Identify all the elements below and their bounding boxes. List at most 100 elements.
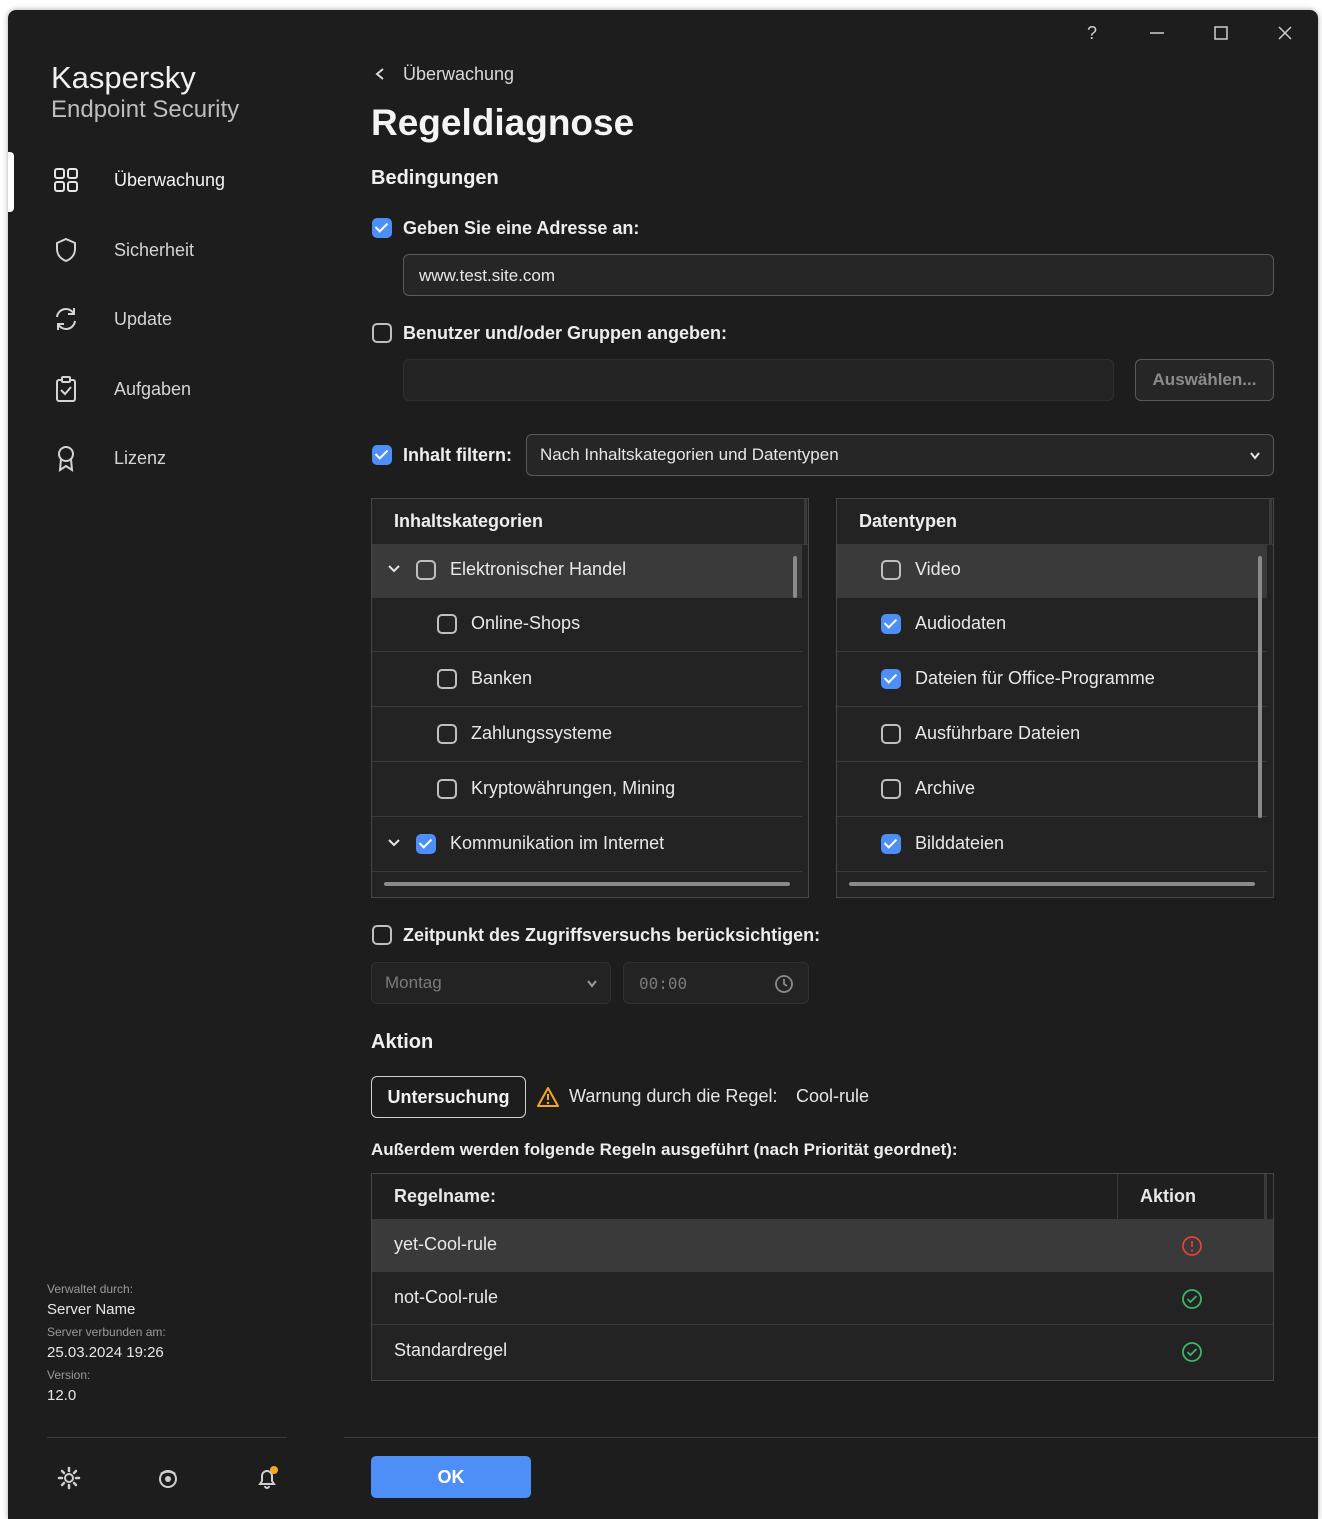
sidebar-item-lizenz[interactable]: Lizenz bbox=[8, 430, 343, 486]
managed-by-value: Server Name bbox=[47, 1301, 136, 1318]
sidebar-item-label: Aufgaben bbox=[114, 378, 192, 399]
day-select[interactable]: Montag bbox=[371, 962, 611, 1004]
action-column-header[interactable]: Aktion bbox=[1140, 1186, 1196, 1207]
chevron-down-icon bbox=[587, 980, 597, 988]
category-label: Zahlungssysteme bbox=[471, 723, 613, 743]
sidebar-item-ueberwachung[interactable]: Überwachung bbox=[8, 152, 343, 208]
investigate-button[interactable]: Untersuchung bbox=[371, 1076, 526, 1118]
datatype-checkbox[interactable] bbox=[881, 669, 901, 689]
users-label: Benutzer und/oder Gruppen angeben: bbox=[403, 323, 728, 343]
datatype-row-audiodaten[interactable]: Audiodaten bbox=[837, 598, 1267, 652]
sidebar-item-label: Update bbox=[114, 308, 173, 329]
rule-name-column-header[interactable]: Regelname: bbox=[394, 1186, 496, 1207]
award-icon bbox=[58, 446, 74, 472]
chevron-down-icon[interactable] bbox=[386, 561, 402, 577]
category-row-elektronischer-handel[interactable]: Elektronischer Handel bbox=[372, 544, 802, 598]
users-checkbox[interactable] bbox=[372, 323, 392, 343]
sidebar-item-update[interactable]: Update bbox=[8, 291, 343, 347]
column-resize-handle bbox=[1269, 499, 1272, 544]
rules-table: Regelname: Aktion yet-Cool-rule not-Cool… bbox=[371, 1173, 1274, 1381]
category-label: Kryptowährungen, Mining bbox=[471, 778, 676, 798]
version-value: 12.0 bbox=[47, 1387, 77, 1404]
column-divider bbox=[1117, 1174, 1118, 1219]
datatype-row-video[interactable]: Video bbox=[837, 544, 1267, 598]
time-input[interactable]: 00:00 bbox=[623, 962, 809, 1004]
datatype-label: Audiodaten bbox=[915, 613, 1007, 633]
help-button[interactable]: ? bbox=[1072, 20, 1112, 46]
address-value: www.test.site.com bbox=[419, 266, 556, 285]
support-icon[interactable] bbox=[155, 1465, 181, 1491]
sidebar-item-sicherheit[interactable]: Sicherheit bbox=[8, 222, 343, 278]
maximize-button[interactable] bbox=[1201, 20, 1241, 46]
time-checkbox[interactable] bbox=[372, 925, 392, 945]
sidebar-item-label: Sicherheit bbox=[114, 239, 195, 260]
breadcrumb[interactable]: Überwachung bbox=[403, 64, 514, 85]
back-chevron-icon[interactable] bbox=[374, 67, 386, 81]
minimize-button[interactable] bbox=[1137, 20, 1177, 46]
chevron-down-icon[interactable] bbox=[386, 835, 402, 851]
horizontal-scrollbar[interactable] bbox=[849, 882, 1255, 886]
address-input[interactable]: www.test.site.com bbox=[403, 254, 1274, 296]
datatype-checkbox[interactable] bbox=[881, 614, 901, 634]
settings-icon[interactable] bbox=[56, 1465, 82, 1491]
warning-icon bbox=[537, 1087, 559, 1107]
select-users-button[interactable]: Auswählen... bbox=[1135, 359, 1274, 401]
ok-button[interactable]: OK bbox=[371, 1456, 531, 1498]
table-row[interactable]: yet-Cool-rule bbox=[372, 1219, 1273, 1272]
chevron-down-icon bbox=[1250, 452, 1260, 460]
address-label: Geben Sie eine Adresse an: bbox=[403, 218, 640, 238]
data-types-header: Datentypen bbox=[837, 499, 1273, 545]
horizontal-scrollbar[interactable] bbox=[384, 882, 790, 886]
content-filter-selected: Nach Inhaltskategorien und Datentypen bbox=[540, 445, 839, 464]
datatype-checkbox[interactable] bbox=[881, 724, 901, 744]
datatype-row-office[interactable]: Dateien für Office-Programme bbox=[837, 653, 1267, 707]
category-checkbox[interactable] bbox=[416, 560, 436, 580]
content-filter-select[interactable]: Nach Inhaltskategorien und Datentypen bbox=[526, 434, 1274, 476]
table-row[interactable]: Standardregel bbox=[372, 1325, 1273, 1378]
datatype-label: Archive bbox=[915, 778, 976, 798]
category-label: Elektronischer Handel bbox=[450, 559, 627, 579]
address-checkbox[interactable] bbox=[372, 218, 392, 238]
datatype-row-bilddateien[interactable]: Bilddateien bbox=[837, 818, 1267, 872]
category-checkbox[interactable] bbox=[437, 614, 457, 634]
sidebar-item-label: Lizenz bbox=[114, 447, 167, 468]
datatype-checkbox[interactable] bbox=[881, 560, 901, 580]
table-row[interactable]: not-Cool-rule bbox=[372, 1272, 1273, 1325]
rules-table-header: Regelname: Aktion bbox=[372, 1174, 1273, 1220]
users-input[interactable] bbox=[403, 359, 1114, 401]
category-row-zahlungssysteme[interactable]: Zahlungssysteme bbox=[372, 708, 802, 762]
monitoring-grid-icon bbox=[54, 168, 78, 192]
action-heading: Aktion bbox=[371, 1031, 434, 1053]
datatype-label: Dateien für Office-Programme bbox=[915, 668, 1155, 688]
content-filter-checkbox[interactable] bbox=[372, 445, 392, 465]
datatype-row-archive[interactable]: Archive bbox=[837, 763, 1267, 817]
category-checkbox[interactable] bbox=[437, 669, 457, 689]
sidebar-item-aufgaben[interactable]: Aufgaben bbox=[8, 361, 343, 417]
notifications-icon[interactable] bbox=[254, 1465, 280, 1491]
main-footer-divider bbox=[344, 1437, 1318, 1438]
warning-rule-name: Cool-rule bbox=[796, 1086, 870, 1106]
category-checkbox[interactable] bbox=[437, 724, 457, 744]
check-circle-icon bbox=[1182, 1289, 1202, 1309]
datatype-checkbox[interactable] bbox=[881, 834, 901, 854]
close-button[interactable] bbox=[1265, 20, 1305, 46]
vertical-scrollbar[interactable] bbox=[793, 556, 797, 598]
warning-text: Warnung durch die Regel: bbox=[569, 1086, 778, 1106]
category-row-kommunikation[interactable]: Kommunikation im Internet bbox=[372, 818, 802, 872]
vertical-scrollbar[interactable] bbox=[1258, 556, 1262, 818]
content-filter-label: Inhalt filtern: bbox=[403, 445, 512, 465]
category-row-kryptowaehrungen[interactable]: Kryptowährungen, Mining bbox=[372, 763, 802, 817]
datatype-row-executables[interactable]: Ausführbare Dateien bbox=[837, 708, 1267, 762]
category-row-online-shops[interactable]: Online-Shops bbox=[372, 598, 802, 652]
datatype-checkbox[interactable] bbox=[881, 779, 901, 799]
category-checkbox[interactable] bbox=[416, 834, 436, 854]
category-checkbox[interactable] bbox=[437, 779, 457, 799]
time-value: 00:00 bbox=[639, 974, 688, 993]
managed-by-label: Verwaltet durch: bbox=[47, 1282, 134, 1296]
datatype-label: Video bbox=[915, 559, 961, 579]
conditions-heading: Bedingungen bbox=[371, 167, 499, 189]
data-types-panel: Datentypen Video Audiodaten Dateien für … bbox=[836, 498, 1274, 898]
category-label: Banken bbox=[471, 668, 533, 688]
category-row-banken[interactable]: Banken bbox=[372, 653, 802, 707]
content-categories-header-label: Inhaltskategorien bbox=[394, 511, 544, 531]
